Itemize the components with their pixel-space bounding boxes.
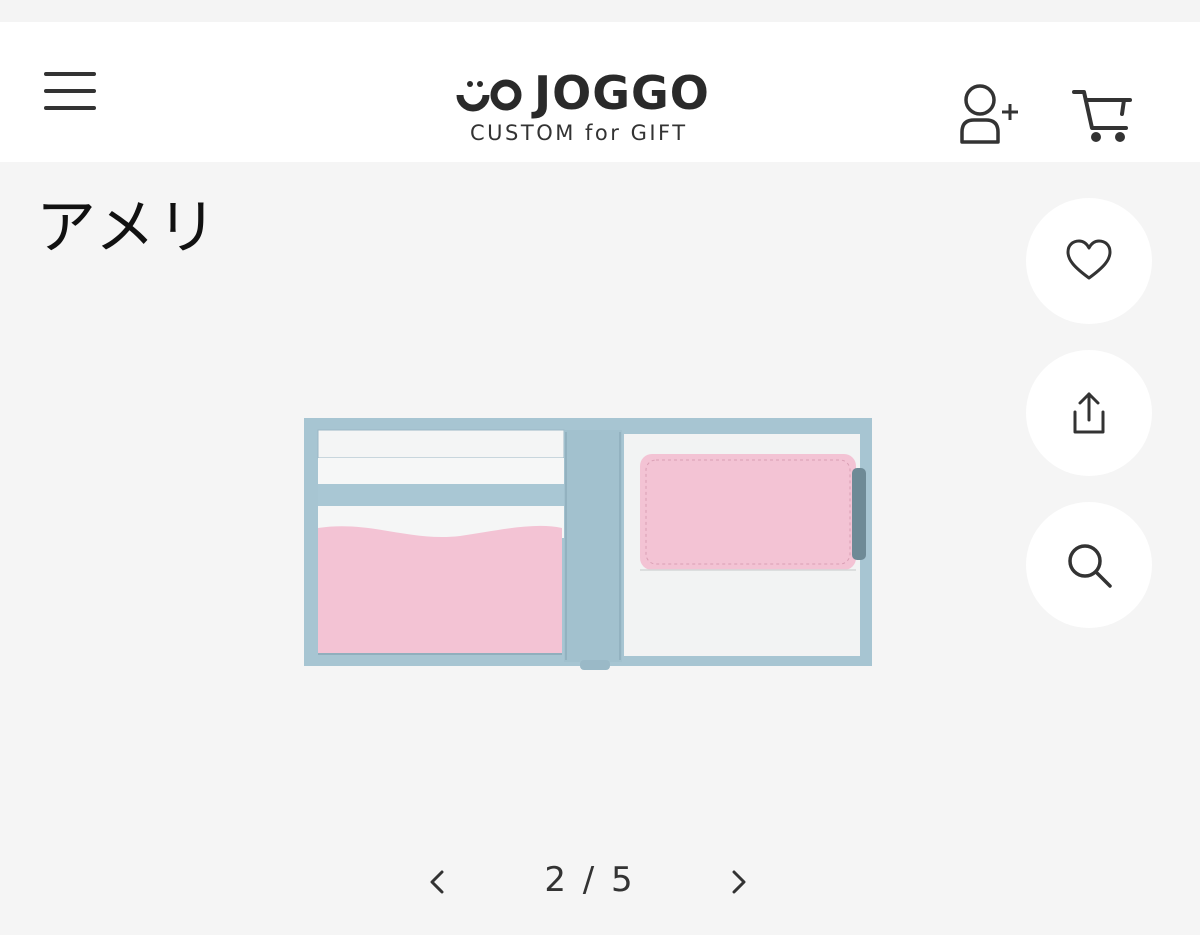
menu-button[interactable] bbox=[38, 68, 100, 116]
chevron-right-icon bbox=[732, 870, 746, 894]
favorite-button[interactable] bbox=[1026, 198, 1152, 324]
share-button[interactable] bbox=[1026, 350, 1152, 476]
heart-icon bbox=[1066, 239, 1112, 280]
search-icon bbox=[1068, 544, 1112, 588]
user-add-icon bbox=[960, 84, 1018, 144]
cart-button[interactable] bbox=[1068, 84, 1138, 146]
image-pager: 2 / 5 bbox=[400, 850, 780, 910]
share-icon bbox=[1073, 392, 1105, 434]
brand-name: JOGGO bbox=[534, 66, 710, 120]
pager-count: 2 / 5 bbox=[544, 860, 636, 900]
hamburger-menu-icon bbox=[44, 72, 96, 76]
status-strip bbox=[0, 0, 1200, 22]
site-header: JOGGO CUSTOM for GIFT bbox=[0, 22, 1200, 162]
joggo-logo-icon bbox=[456, 79, 522, 112]
wallet-pink-pocket bbox=[318, 525, 562, 654]
next-image-button[interactable] bbox=[720, 864, 756, 900]
shopping-cart-icon bbox=[1072, 90, 1132, 142]
product-title: アメリ bbox=[36, 193, 219, 263]
prev-image-button[interactable] bbox=[420, 864, 456, 900]
zoom-button[interactable] bbox=[1026, 502, 1152, 628]
product-image[interactable] bbox=[300, 410, 880, 680]
brand-logo[interactable]: JOGGO CUSTOM for GIFT bbox=[440, 56, 760, 156]
chevron-left-icon bbox=[430, 870, 444, 894]
brand-tagline: CUSTOM for GIFT bbox=[470, 121, 688, 145]
wallet-pink-flap bbox=[640, 454, 856, 570]
account-button[interactable] bbox=[950, 80, 1024, 150]
